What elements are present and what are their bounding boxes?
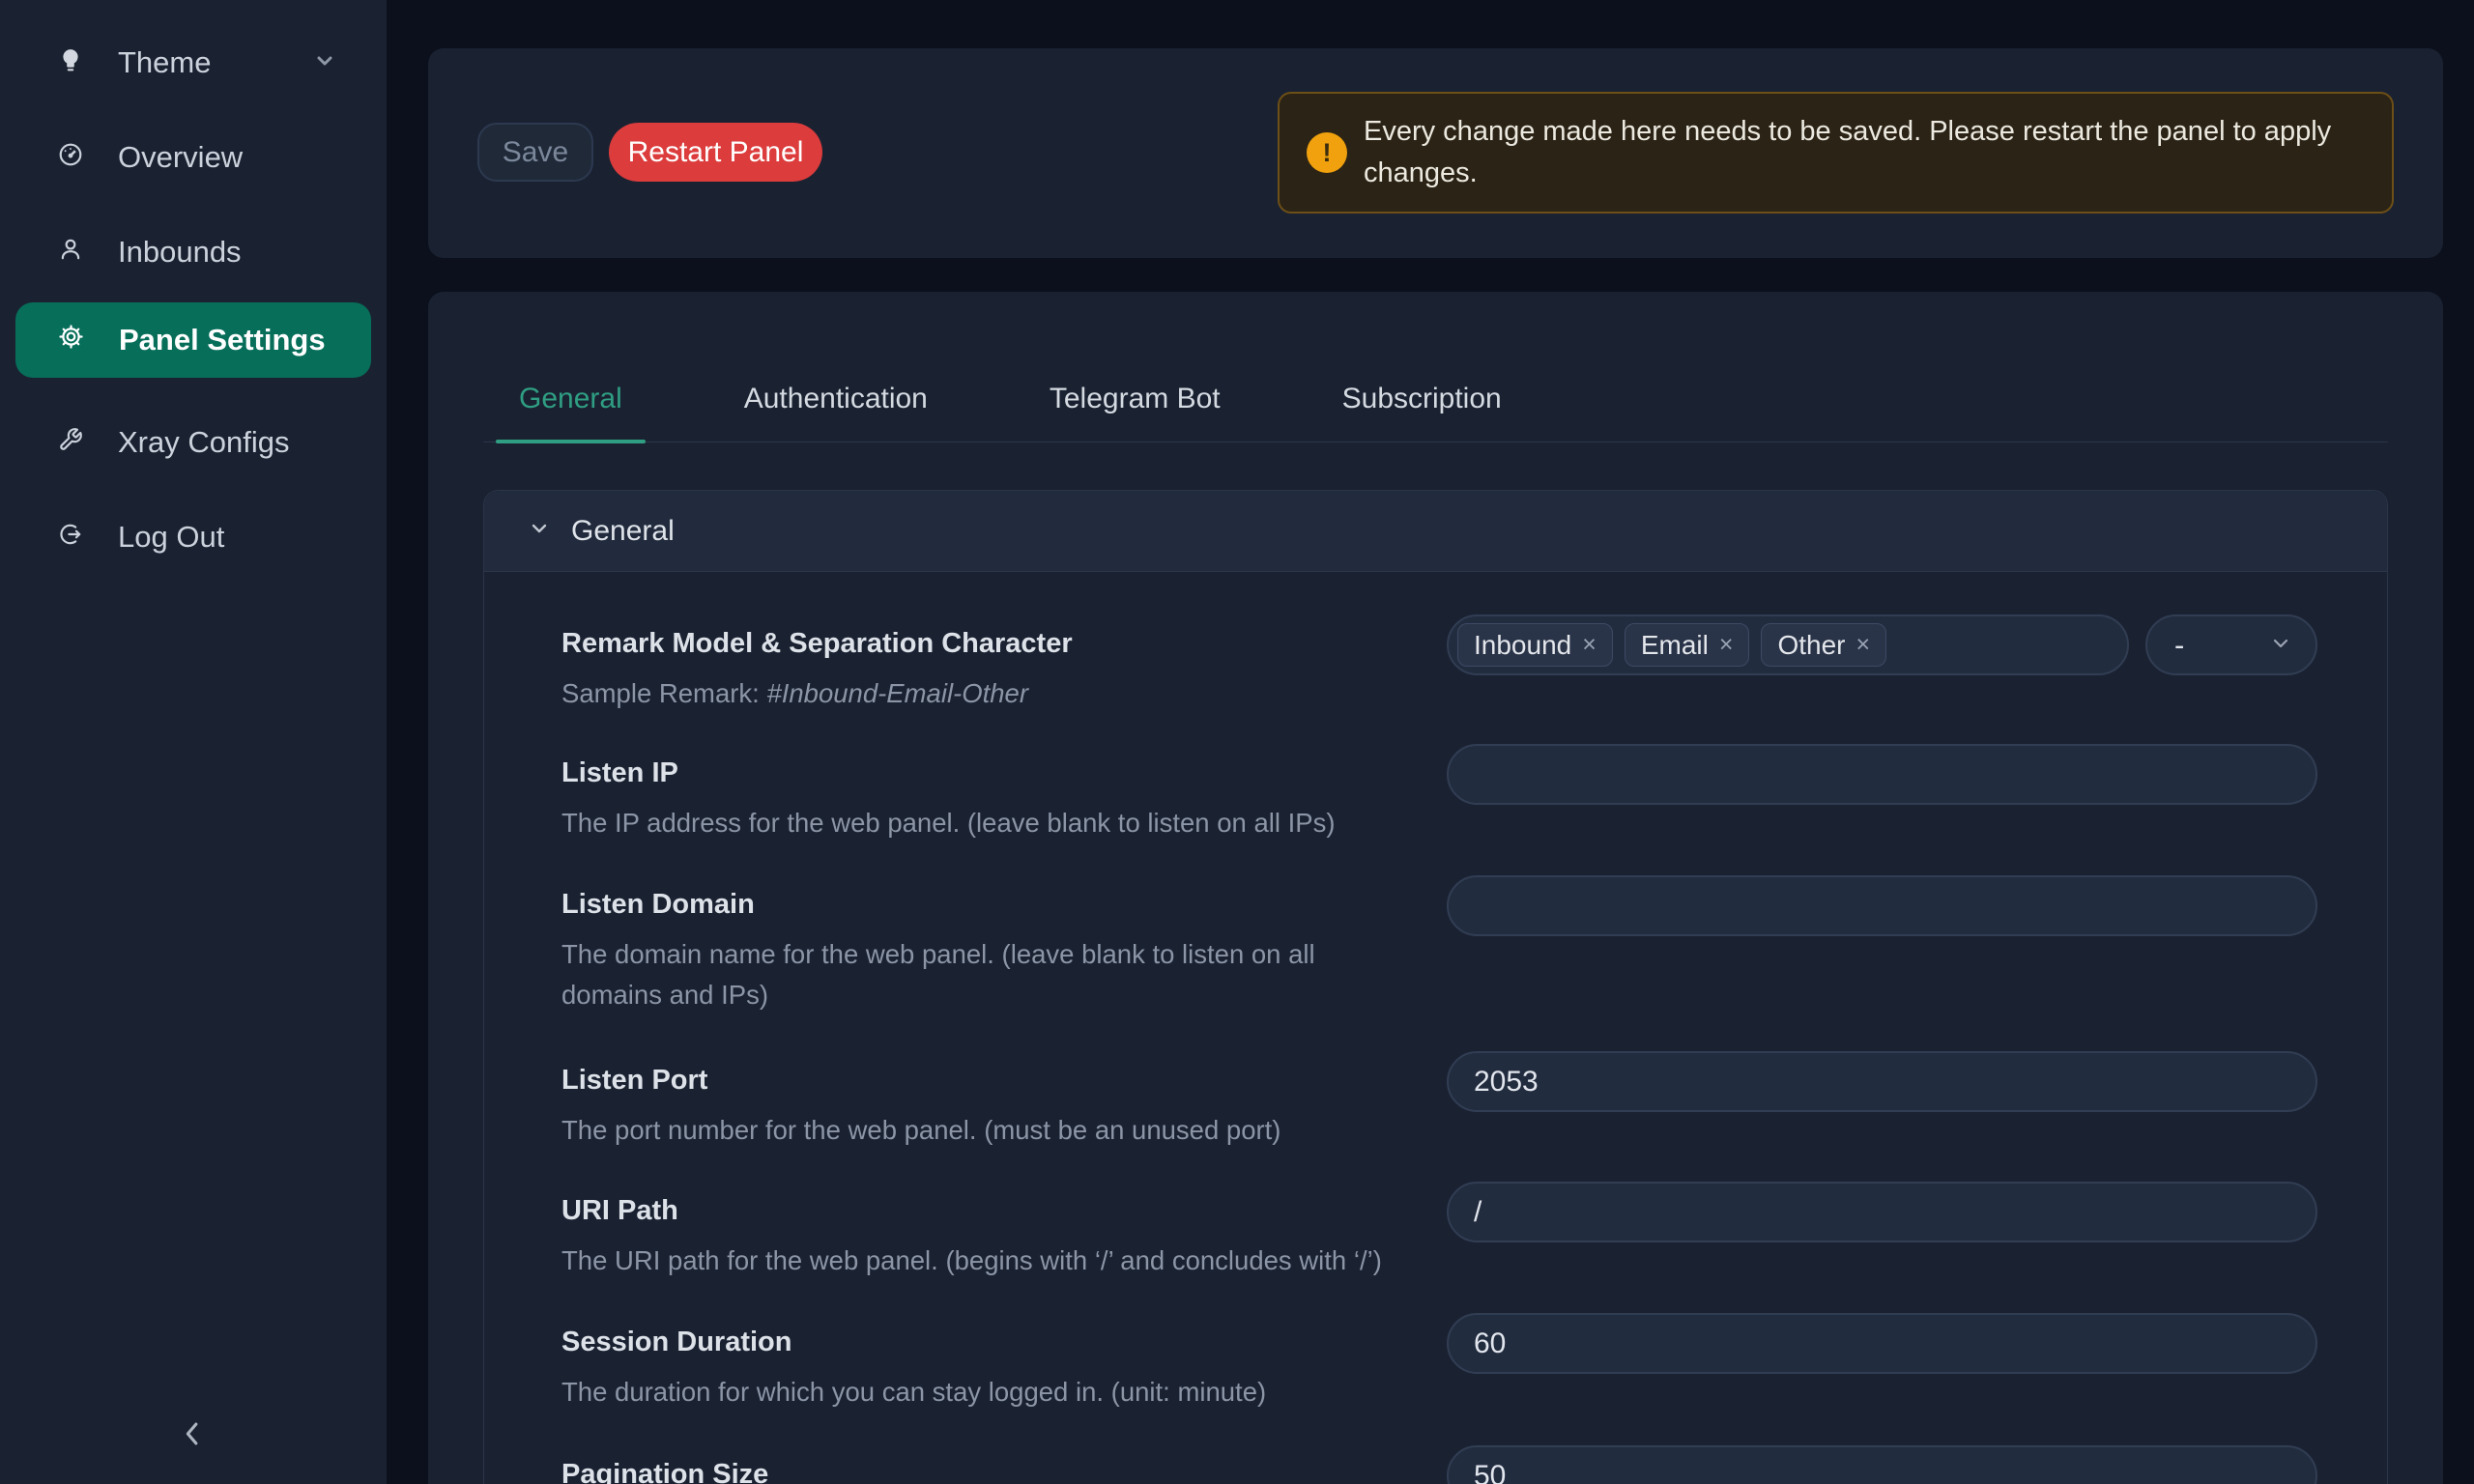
listen-domain-input[interactable]	[1447, 875, 2317, 936]
main-content: Save Restart Panel ! Every change made h…	[428, 0, 2443, 1484]
form-row-pagination-size: Pagination Size	[561, 1445, 2317, 1484]
sidebar-item-label: Panel Settings	[119, 323, 326, 357]
sidebar-item-xray-configs[interactable]: Xray Configs	[0, 414, 387, 471]
field-label: Listen Port	[561, 1065, 1418, 1097]
field-description: Sample Remark: #Inbound-Email-Other	[561, 673, 1418, 714]
field-label-block: Listen Domain The domain name for the we…	[561, 875, 1447, 1015]
uri-path-input[interactable]	[1447, 1182, 2317, 1242]
tag-inbound: Inbound ×	[1457, 623, 1613, 667]
tag-other: Other ×	[1761, 623, 1886, 667]
field-label: Listen Domain	[561, 889, 1418, 921]
settings-card: General Authentication Telegram Bot Subs…	[428, 292, 2443, 1484]
settings-tabs: General Authentication Telegram Bot Subs…	[483, 356, 2388, 442]
field-control	[1447, 744, 2317, 843]
chevron-left-icon	[177, 1417, 210, 1455]
active-tab-indicator	[496, 440, 646, 443]
sidebar-item-label: Overview	[118, 140, 243, 175]
tag-label: Email	[1641, 630, 1709, 661]
sidebar-item-label: Theme	[118, 45, 211, 80]
field-description: The URI path for the web panel. (begins …	[561, 1241, 1418, 1281]
listen-ip-input[interactable]	[1447, 744, 2317, 805]
tab-telegram-bot[interactable]: Telegram Bot	[1026, 356, 1244, 442]
warning-alert: ! Every change made here needs to be sav…	[1278, 92, 2394, 214]
field-label-block: Remark Model & Separation Character Samp…	[561, 614, 1447, 714]
field-control	[1447, 875, 2317, 1015]
section-title: General	[571, 515, 675, 548]
tag-label: Other	[1777, 630, 1845, 661]
chevron-down-icon	[313, 45, 336, 80]
sidebar-item-log-out[interactable]: Log Out	[0, 508, 387, 566]
sample-remark-prefix: Sample Remark:	[561, 678, 766, 708]
sample-remark-value: #Inbound-Email-Other	[766, 678, 1028, 708]
warning-alert-text: Every change made here needs to be saved…	[1364, 111, 2349, 194]
field-control	[1447, 1182, 2317, 1281]
session-duration-input[interactable]	[1447, 1313, 2317, 1374]
tag-label: Inbound	[1474, 630, 1571, 661]
chevron-down-icon	[2269, 628, 2292, 663]
tab-label: Authentication	[744, 383, 928, 415]
tab-general[interactable]: General	[496, 356, 646, 442]
tab-label: General	[519, 383, 622, 415]
form-row-listen-ip: Listen IP The IP address for the web pan…	[561, 744, 2317, 843]
field-description: The duration for which you can stay logg…	[561, 1372, 1418, 1413]
field-label: Pagination Size	[561, 1459, 1418, 1484]
sidebar-item-label: Xray Configs	[118, 425, 289, 460]
field-label: URI Path	[561, 1195, 1418, 1227]
gear-icon	[58, 323, 84, 357]
field-description: The domain name for the web panel. (leav…	[561, 934, 1418, 1015]
remark-model-multiselect[interactable]: Inbound × Email × Other ×	[1447, 614, 2129, 675]
tab-label: Telegram Bot	[1050, 383, 1221, 415]
wrench-icon	[58, 425, 83, 460]
sidebar-collapse-button[interactable]	[162, 1401, 224, 1470]
form-row-uri-path: URI Path The URI path for the web panel.…	[561, 1182, 2317, 1281]
field-description: The IP address for the web panel. (leave…	[561, 803, 1418, 843]
person-icon	[58, 235, 83, 270]
tab-subscription[interactable]: Subscription	[1319, 356, 1525, 442]
remark-controls: Inbound × Email × Other ×	[1447, 614, 2317, 714]
tag-email: Email ×	[1625, 623, 1750, 667]
field-label-block: Listen IP The IP address for the web pan…	[561, 744, 1447, 843]
field-label: Session Duration	[561, 1327, 1418, 1358]
field-label-block: Session Duration The duration for which …	[561, 1313, 1447, 1413]
field-label-block: Pagination Size	[561, 1445, 1447, 1484]
warning-icon: !	[1307, 132, 1347, 173]
field-control	[1447, 1051, 2317, 1151]
field-label-block: Listen Port The port number for the web …	[561, 1051, 1447, 1151]
toolbar-card: Save Restart Panel ! Every change made h…	[428, 48, 2443, 258]
sidebar-item-panel-settings[interactable]: Panel Settings	[15, 302, 371, 378]
restart-panel-button[interactable]: Restart Panel	[609, 123, 822, 182]
field-label: Remark Model & Separation Character	[561, 628, 1418, 660]
sidebar-item-overview[interactable]: Overview	[0, 128, 387, 186]
sidebar-item-label: Log Out	[118, 520, 224, 555]
logout-icon	[58, 520, 83, 555]
listen-port-input[interactable]	[1447, 1051, 2317, 1112]
chevron-down-icon	[528, 517, 551, 545]
lightbulb-icon	[58, 45, 83, 80]
general-collapse-header[interactable]: General	[484, 491, 2387, 572]
sidebar-item-inbounds[interactable]: Inbounds	[0, 223, 387, 281]
field-label: Listen IP	[561, 757, 1418, 789]
dashboard-icon	[58, 140, 83, 175]
form-row-session-duration: Session Duration The duration for which …	[561, 1313, 2317, 1413]
form-row-remark-model: Remark Model & Separation Character Samp…	[561, 614, 2317, 714]
sidebar-item-theme[interactable]: Theme	[0, 34, 387, 92]
field-label-block: URI Path The URI path for the web panel.…	[561, 1182, 1447, 1281]
form-row-listen-domain: Listen Domain The domain name for the we…	[561, 875, 2317, 1015]
tab-authentication[interactable]: Authentication	[721, 356, 951, 442]
field-description: The port number for the web panel. (must…	[561, 1110, 1418, 1151]
field-control	[1447, 1313, 2317, 1413]
tag-close-icon[interactable]: ×	[1719, 633, 1734, 657]
separator-select-value: -	[2174, 628, 2184, 663]
general-collapse-panel: General Remark Model & Separation Charac…	[483, 490, 2388, 1484]
field-control	[1447, 1445, 2317, 1484]
tag-close-icon[interactable]: ×	[1582, 633, 1597, 657]
sidebar: Theme Overview Inbounds	[0, 0, 387, 1484]
tag-close-icon[interactable]: ×	[1856, 633, 1870, 657]
tab-label: Subscription	[1342, 383, 1502, 415]
form-row-listen-port: Listen Port The port number for the web …	[561, 1051, 2317, 1151]
sidebar-item-label: Inbounds	[118, 235, 242, 270]
separator-select[interactable]: -	[2145, 614, 2317, 675]
pagination-size-input[interactable]	[1447, 1445, 2317, 1484]
save-button[interactable]: Save	[477, 123, 593, 182]
